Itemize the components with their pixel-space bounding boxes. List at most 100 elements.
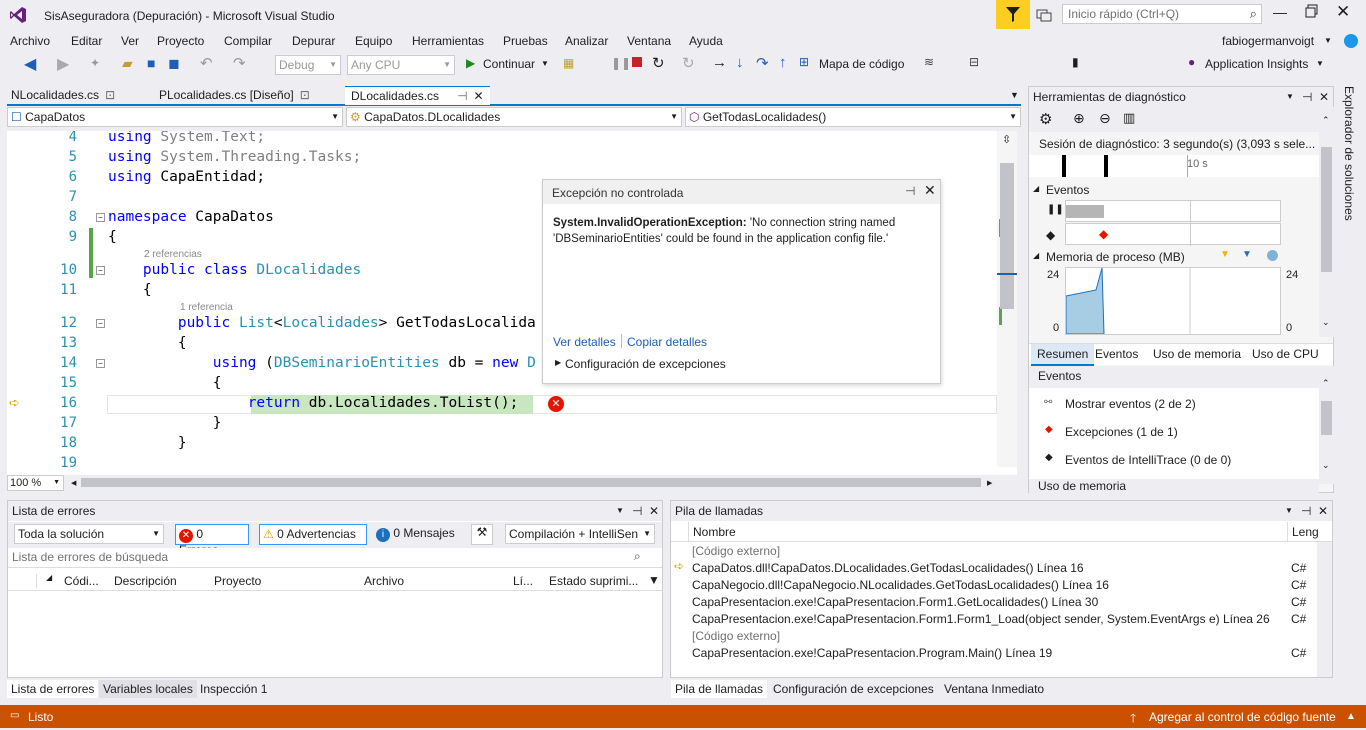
back-icon[interactable]: ◀ bbox=[24, 54, 36, 74]
user-avatar[interactable] bbox=[1344, 34, 1358, 48]
scroll-thumb[interactable] bbox=[1321, 401, 1332, 435]
code-map-icon[interactable]: ⊞ bbox=[799, 55, 809, 69]
menu-analizar[interactable]: Analizar bbox=[565, 34, 608, 48]
menu-ventana[interactable]: Ventana bbox=[627, 34, 671, 48]
user-name[interactable]: fabiogermanvoigt bbox=[1222, 34, 1314, 48]
column-line[interactable]: Lí... bbox=[513, 574, 533, 588]
warnings-filter-button[interactable]: ⚠ 0 Advertencias bbox=[259, 524, 367, 545]
menu-compilar[interactable]: Compilar bbox=[224, 34, 272, 48]
restart-icon[interactable]: ↻ bbox=[652, 54, 665, 72]
zoom-select[interactable]: 100 % ▼ bbox=[7, 475, 64, 491]
horizontal-scroll-thumb[interactable] bbox=[81, 478, 981, 487]
events-track[interactable] bbox=[1065, 200, 1281, 223]
tab-resumen[interactable]: Resumen bbox=[1031, 344, 1095, 366]
platform-select[interactable]: Any CPU ▼ bbox=[347, 55, 455, 75]
collapse-icon[interactable]: − bbox=[96, 213, 105, 222]
scroll-thumb[interactable] bbox=[1321, 147, 1332, 272]
copy-details-link[interactable]: Copiar detalles bbox=[627, 335, 707, 349]
tab-eventos[interactable]: Eventos bbox=[1095, 347, 1138, 361]
tab-dlocalidades[interactable]: DLocalidades.cs ⊣ ✕ bbox=[345, 86, 490, 105]
continue-dropdown-icon[interactable]: ▼ bbox=[541, 59, 549, 68]
tab-watch1[interactable]: Inspección 1 bbox=[196, 680, 271, 698]
close-icon[interactable]: ✕ bbox=[924, 182, 936, 199]
step-out-icon[interactable]: ↑ bbox=[779, 54, 787, 71]
tab-plocalidades-design[interactable]: PLocalidades.cs [Diseño] ⊡ bbox=[153, 86, 339, 105]
call-stack-row[interactable]: CapaPresentacion.exe!CapaPresentacion.Fo… bbox=[671, 593, 1332, 610]
tab-call-stack[interactable]: Pila de llamadas bbox=[671, 680, 768, 698]
filter-icon[interactable]: ▼ bbox=[648, 573, 660, 587]
close-window-button[interactable]: ✕ bbox=[1336, 2, 1350, 22]
error-icon[interactable]: ✕ bbox=[548, 396, 564, 412]
collapse-icon[interactable]: − bbox=[96, 359, 105, 368]
menu-ayuda[interactable]: Ayuda bbox=[689, 34, 723, 48]
build-source-select[interactable]: Compilación + IntelliSen ▼ bbox=[505, 524, 655, 544]
scroll-down-icon[interactable]: ⌄ bbox=[1322, 317, 1330, 328]
redo-icon[interactable]: ↷ bbox=[233, 54, 246, 72]
tab-uso-memoria[interactable]: Uso de memoria bbox=[1153, 347, 1241, 361]
column-language[interactable]: Leng bbox=[1292, 525, 1319, 539]
menu-depurar[interactable]: Depurar bbox=[292, 34, 335, 48]
minimize-button[interactable]: — bbox=[1273, 4, 1287, 20]
panel-menu-icon[interactable]: ▼ bbox=[1286, 87, 1294, 107]
hot-reload-icon[interactable]: ↻ bbox=[682, 54, 695, 72]
app-insights-icon[interactable]: ● bbox=[1188, 55, 1195, 69]
zoom-in-icon[interactable]: ⊕ bbox=[1073, 110, 1085, 127]
new-project-icon[interactable]: ✦ bbox=[90, 56, 100, 70]
collapse-icon[interactable]: − bbox=[96, 266, 105, 275]
column-suppression-state[interactable]: Estado suprimi... bbox=[549, 574, 638, 588]
type-navigation-select[interactable]: ⚙ CapaDatos.DLocalidades ▼ bbox=[346, 107, 682, 127]
column-project[interactable]: Proyecto bbox=[214, 574, 261, 588]
errors-filter-button[interactable]: ✕ 0 Errores bbox=[175, 524, 249, 557]
exception-settings-toggle[interactable]: Configuración de excepciones bbox=[565, 357, 726, 371]
code-map-button[interactable]: Mapa de código bbox=[819, 57, 904, 71]
column-file[interactable]: Archivo bbox=[364, 574, 404, 588]
menu-pruebas[interactable]: Pruebas bbox=[503, 34, 548, 48]
collapse-icon[interactable]: ◢ bbox=[1033, 251, 1039, 260]
step-over-icon[interactable]: ↷ bbox=[756, 54, 769, 72]
error-search-input[interactable]: Lista de errores de búsqueda ⌕ bbox=[8, 548, 662, 568]
intellitrace-track[interactable]: ◆ bbox=[1065, 223, 1281, 246]
open-folder-icon[interactable]: ▰ bbox=[122, 55, 133, 72]
pin-icon[interactable]: ⊣ bbox=[1302, 87, 1312, 107]
solution-explorer-tab[interactable]: Explorador de soluciones bbox=[1340, 86, 1360, 226]
scroll-up-icon[interactable]: ⌃ bbox=[1322, 115, 1330, 126]
timeline-selection-start[interactable] bbox=[1062, 155, 1066, 177]
chart-icon[interactable]: ▥ bbox=[1123, 110, 1135, 126]
settings-icon[interactable]: ⚙ bbox=[1039, 110, 1052, 128]
close-icon[interactable]: ✕ bbox=[1318, 501, 1328, 521]
diag-top-scrollbar[interactable]: ⌃ ⌄ bbox=[1319, 107, 1334, 337]
menu-equipo[interactable]: Equipo bbox=[355, 34, 392, 48]
app-insights-button[interactable]: Application Insights bbox=[1205, 57, 1308, 71]
process-icon[interactable]: ▦ bbox=[563, 56, 574, 70]
pin-icon[interactable]: ⊣ bbox=[632, 501, 642, 521]
menu-editar[interactable]: Editar bbox=[71, 34, 102, 48]
pin-icon[interactable]: ⊡ bbox=[105, 88, 115, 102]
scope-select[interactable]: Toda la solución ▼ bbox=[14, 524, 164, 544]
panel-menu-icon[interactable]: ▼ bbox=[616, 501, 624, 521]
close-icon[interactable]: ✕ bbox=[1319, 87, 1329, 107]
tab-overflow-icon[interactable]: ▼ bbox=[1010, 90, 1019, 100]
app-insights-dropdown-icon[interactable]: ▼ bbox=[1316, 59, 1324, 68]
collapse-icon[interactable]: ◢ bbox=[1033, 184, 1039, 193]
split-icon[interactable]: ⇳ bbox=[1002, 133, 1011, 146]
tab-uso-cpu[interactable]: Uso de CPU bbox=[1252, 347, 1319, 361]
format-icon[interactable]: ⊟ bbox=[969, 55, 979, 69]
call-stack-row[interactable]: CapaPresentacion.exe!CapaPresentacion.Pr… bbox=[671, 644, 1332, 661]
memory-chart[interactable] bbox=[1065, 267, 1281, 335]
feedback-icon[interactable] bbox=[996, 0, 1030, 29]
call-stack-row[interactable]: [Código externo] bbox=[671, 627, 1332, 644]
column-code[interactable]: Códi... bbox=[64, 574, 99, 588]
quick-launch-input[interactable]: Inicio rápido (Ctrl+Q) ⌕ bbox=[1062, 4, 1262, 24]
notifications-icon[interactable] bbox=[1036, 7, 1052, 23]
close-tab-icon[interactable]: ✕ bbox=[474, 89, 484, 103]
exceptions-link[interactable]: Excepciones (1 de 1) bbox=[1065, 425, 1178, 439]
column-name[interactable]: Nombre bbox=[693, 525, 736, 539]
menu-archivo[interactable]: Archivo bbox=[10, 34, 50, 48]
codelens-references[interactable]: 2 referencias bbox=[144, 249, 202, 260]
messages-filter-button[interactable]: i 0 Mensajes bbox=[376, 526, 455, 542]
call-stack-scrollbar[interactable] bbox=[1317, 542, 1332, 677]
bookmark-icon[interactable]: ▮ bbox=[1072, 55, 1079, 69]
codelens-references[interactable]: 1 referencia bbox=[180, 302, 233, 313]
zoom-out-icon[interactable]: ⊖ bbox=[1099, 110, 1111, 127]
step-into-icon[interactable]: ↓ bbox=[736, 54, 744, 71]
